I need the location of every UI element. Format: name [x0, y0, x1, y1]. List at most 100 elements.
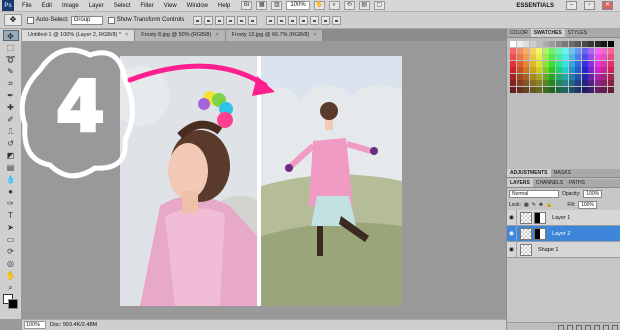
3d-orbit-tool-icon[interactable]: ◎ — [3, 258, 19, 269]
path-select-tool-icon[interactable]: ➤ — [3, 222, 19, 233]
swatch-cell[interactable] — [529, 67, 536, 73]
swatch-cell[interactable] — [542, 86, 549, 93]
distribute-hcenter-icon[interactable] — [310, 15, 320, 25]
link-layers-icon[interactable] — [558, 324, 564, 330]
menu-help[interactable]: Help — [213, 3, 235, 9]
swatch-cell[interactable] — [588, 41, 594, 47]
swatch-cell[interactable] — [536, 54, 542, 60]
eye-icon[interactable]: ◉ — [507, 225, 517, 242]
swatch-cell[interactable] — [607, 73, 614, 80]
swatch-cell[interactable] — [568, 73, 575, 80]
move-tool-preset-icon[interactable]: ✥ — [4, 14, 22, 26]
swatch-cell[interactable] — [549, 80, 555, 86]
transform-controls-checkbox[interactable] — [107, 16, 115, 24]
swatch-cell[interactable] — [549, 73, 555, 80]
layer-mask-thumbnail[interactable] — [534, 211, 546, 224]
swatch-cell[interactable] — [555, 73, 562, 80]
workspace-switcher[interactable]: ESSENTIALS — [516, 1, 554, 11]
swatch-cell[interactable] — [607, 47, 614, 54]
swatch-cell[interactable] — [568, 80, 575, 86]
maximize-icon[interactable]: ▫ — [584, 1, 595, 10]
type-tool-icon[interactable]: T — [3, 210, 19, 221]
rotate-view-icon[interactable]: ⟲ — [343, 1, 355, 10]
swatch-cell[interactable] — [588, 73, 594, 80]
swatch-cell[interactable] — [601, 60, 607, 67]
tab-paths[interactable]: PATHS — [566, 179, 588, 187]
swatch-cell[interactable] — [575, 41, 581, 47]
align-vcenter-icon[interactable] — [204, 15, 214, 25]
tab-swatches[interactable]: SWATCHES — [530, 29, 565, 37]
swatch-cell[interactable] — [555, 54, 562, 60]
swatch-cell[interactable] — [542, 73, 549, 80]
lock-pixels-icon[interactable]: ✎ — [532, 202, 536, 208]
tab-styles[interactable]: STYLES — [565, 29, 590, 37]
layer-row-layer-2[interactable]: ◉ Layer 2 — [507, 225, 620, 242]
quick-select-tool-icon[interactable]: ✎ — [3, 66, 19, 77]
opacity-field[interactable]: 100% — [583, 189, 603, 198]
swatch-cell[interactable] — [588, 60, 594, 67]
swatch-cell[interactable] — [510, 54, 516, 60]
swatch-cell[interactable] — [607, 41, 614, 47]
hand-tool-icon[interactable]: ✋ — [313, 1, 325, 10]
swatch-cell[interactable] — [581, 86, 588, 93]
swatch-cell[interactable] — [542, 67, 549, 73]
hand-tool-icon[interactable]: ✋ — [3, 270, 19, 281]
swatch-cell[interactable] — [555, 47, 562, 54]
swatch-cell[interactable] — [601, 54, 607, 60]
swatch-cell[interactable] — [562, 80, 568, 86]
menu-select[interactable]: Select — [109, 3, 136, 9]
auto-select-dropdown[interactable]: Group — [70, 15, 103, 25]
swatch-cell[interactable] — [575, 54, 581, 60]
swatch-cell[interactable] — [549, 47, 555, 54]
swatch-cell[interactable] — [523, 41, 529, 47]
screen-mode-icon[interactable]: ▢ — [373, 1, 385, 10]
swatch-cell[interactable] — [516, 86, 523, 93]
swatch-cell[interactable] — [516, 73, 523, 80]
trash-icon[interactable] — [612, 324, 618, 330]
swatch-cell[interactable] — [510, 86, 516, 93]
layer-row-layer-1[interactable]: ◉ Layer 1 — [507, 209, 620, 226]
zoom-tool-icon[interactable]: ⌕ — [3, 282, 19, 293]
blend-mode-select[interactable]: Normal — [509, 189, 559, 198]
swatch-cell[interactable] — [516, 67, 523, 73]
swatch-cell[interactable] — [581, 67, 588, 73]
status-zoom-field[interactable]: 100% — [24, 321, 46, 329]
swatch-cell[interactable] — [588, 67, 594, 73]
close-icon[interactable]: × — [215, 32, 218, 38]
swatch-cell[interactable] — [594, 41, 601, 47]
swatch-cell[interactable] — [523, 47, 529, 54]
eyedropper-tool-icon[interactable]: ✒ — [3, 90, 19, 101]
guides-icon[interactable]: ▥ — [271, 1, 283, 10]
distribute-bottom-icon[interactable] — [288, 15, 298, 25]
swatch-cell[interactable] — [516, 80, 523, 86]
swatch-cell[interactable] — [594, 47, 601, 54]
menu-edit[interactable]: Edit — [37, 3, 57, 9]
swatch-cell[interactable] — [607, 86, 614, 93]
swatch-cell[interactable] — [542, 54, 549, 60]
gradient-tool-icon[interactable]: ▤ — [3, 162, 19, 173]
swatch-cell[interactable] — [575, 73, 581, 80]
document-canvas-area[interactable] — [22, 41, 506, 319]
swatch-cell[interactable] — [601, 86, 607, 93]
tab-frosty-12[interactable]: Frosty 12.jpg @ 66.7% (RGB/8) × — [225, 30, 324, 41]
clone-stamp-tool-icon[interactable]: ⎍ — [3, 126, 19, 137]
align-bottom-icon[interactable] — [215, 15, 225, 25]
swatch-cell[interactable] — [529, 80, 536, 86]
tab-untitled-1[interactable]: Untitled-1 @ 100% (Layer 2, RGB/8) * × — [22, 30, 136, 41]
swatch-cell[interactable] — [568, 41, 575, 47]
swatch-cell[interactable] — [594, 73, 601, 80]
menu-window[interactable]: Window — [182, 3, 213, 9]
swatch-cell[interactable] — [594, 60, 601, 67]
swatch-cell[interactable] — [562, 54, 568, 60]
swatch-cell[interactable] — [581, 80, 588, 86]
swatch-cell[interactable] — [536, 60, 542, 67]
swatch-cell[interactable] — [594, 67, 601, 73]
swatch-cell[interactable] — [523, 60, 529, 67]
swatch-cell[interactable] — [523, 80, 529, 86]
swatch-cell[interactable] — [536, 67, 542, 73]
swatch-cell[interactable] — [549, 41, 555, 47]
swatches-grid[interactable] — [507, 38, 620, 96]
swatch-cell[interactable] — [523, 54, 529, 60]
auto-select-checkbox[interactable] — [27, 16, 34, 24]
adjustment-layer-icon[interactable] — [585, 324, 591, 330]
